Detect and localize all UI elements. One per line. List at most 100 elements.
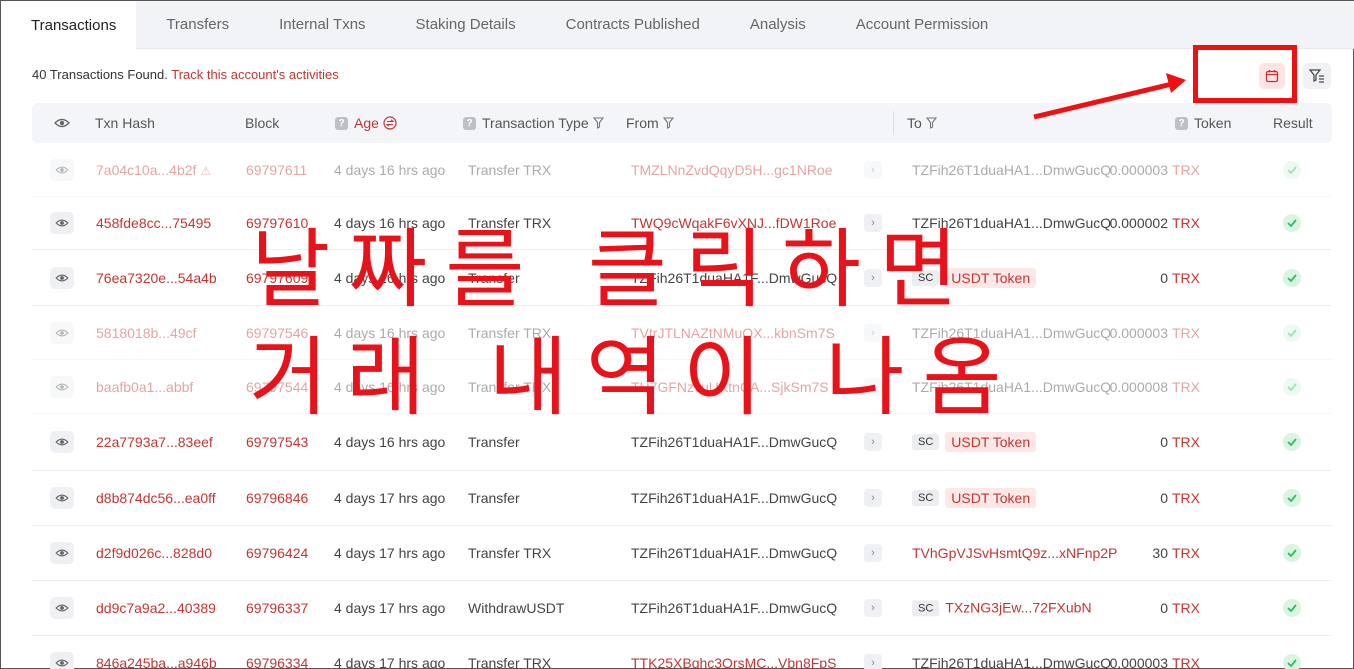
row-preview-button[interactable] bbox=[50, 542, 74, 564]
txn-hash-text: dd9c7a9a2...40389 bbox=[96, 600, 216, 616]
result-status bbox=[1283, 544, 1301, 562]
result-status bbox=[1283, 433, 1301, 451]
to-token-link[interactable]: USDT Token bbox=[945, 432, 1037, 452]
amount-value: 0.000008 bbox=[1109, 378, 1168, 395]
tab-transactions[interactable]: Transactions bbox=[1, 1, 137, 49]
funnel-icon[interactable] bbox=[592, 117, 604, 129]
header-txn-hash: Txn Hash bbox=[95, 115, 155, 131]
row-preview-button[interactable] bbox=[50, 321, 74, 344]
token-unit-link[interactable]: TRX bbox=[1172, 490, 1200, 506]
row-preview-button[interactable] bbox=[50, 597, 74, 619]
block-link[interactable]: 69797611 bbox=[246, 162, 307, 178]
txn-hash-link[interactable]: 846a245ba...a946b bbox=[96, 655, 217, 669]
block-link[interactable]: 69796846 bbox=[246, 490, 308, 506]
txn-hash-link[interactable]: 22a7793a7...83eef bbox=[96, 434, 213, 450]
eye-icon bbox=[54, 118, 70, 128]
annotation-line-1: 날짜를 클릭하면 bbox=[251, 220, 977, 320]
header-type-label: Transaction Type bbox=[482, 115, 589, 131]
eye-icon bbox=[55, 329, 69, 336]
result-status bbox=[1283, 160, 1301, 179]
block-link[interactable]: 69796334 bbox=[246, 655, 308, 669]
age-text: 4 days 17 hrs ago bbox=[334, 545, 446, 561]
tab-analysis[interactable]: Analysis bbox=[726, 1, 830, 48]
txn-hash-link[interactable]: 7a04c10a...4b2f ⚠ bbox=[96, 162, 211, 178]
result-status bbox=[1283, 214, 1301, 232]
block-link[interactable]: 69797543 bbox=[246, 434, 308, 450]
swap-icon[interactable] bbox=[383, 116, 397, 130]
row-preview-button[interactable] bbox=[50, 652, 74, 669]
direction-arrow-icon: › bbox=[864, 489, 882, 507]
txn-hash-link[interactable]: d2f9d026c...828d0 bbox=[96, 545, 212, 561]
token-unit-link[interactable]: TRX bbox=[1172, 270, 1200, 286]
result-status bbox=[1283, 323, 1301, 342]
to-address[interactable]: TVhGpVJSvHsmtQ9z...xNFnp2P bbox=[912, 545, 1117, 561]
token-unit-link[interactable]: TRX bbox=[1172, 215, 1200, 231]
eye-icon bbox=[55, 274, 69, 281]
age-text: 4 days 17 hrs ago bbox=[334, 655, 446, 669]
token-unit-link[interactable]: TRX bbox=[1172, 434, 1200, 450]
row-preview-button[interactable] bbox=[50, 158, 74, 181]
direction-arrow-icon: › bbox=[864, 160, 882, 179]
row-preview-button[interactable] bbox=[50, 212, 74, 234]
row-preview-button[interactable] bbox=[50, 487, 74, 509]
token-unit-link[interactable]: TRX bbox=[1172, 655, 1200, 669]
check-icon bbox=[1287, 382, 1297, 391]
amount-value: 0 bbox=[1160, 434, 1168, 450]
token-amount: 0.000008 TRX bbox=[1110, 379, 1200, 395]
row-preview-button[interactable] bbox=[50, 266, 74, 289]
header-to-label: To bbox=[907, 115, 922, 131]
header-age[interactable]: ? Age bbox=[335, 103, 397, 143]
txn-hash-link[interactable]: 76ea7320e...54a4b bbox=[96, 270, 217, 286]
txn-hash-text: 846a245ba...a946b bbox=[96, 655, 217, 669]
eye-icon bbox=[55, 659, 69, 667]
token-unit-link[interactable]: TRX bbox=[1172, 162, 1200, 178]
block-link[interactable]: 69796337 bbox=[246, 600, 308, 616]
tab-staking-details[interactable]: Staking Details bbox=[392, 1, 540, 48]
help-icon[interactable]: ? bbox=[335, 116, 348, 130]
check-icon bbox=[1287, 659, 1297, 667]
header-divider bbox=[893, 111, 894, 135]
from-address[interactable]: TTK25XBqhc3QrsMC...Vbn8FpS bbox=[631, 655, 836, 669]
tab-internal-txns[interactable]: Internal Txns bbox=[255, 1, 389, 48]
txn-hash-text: 7a04c10a...4b2f bbox=[96, 161, 197, 178]
column-visibility-toggle[interactable] bbox=[54, 103, 70, 143]
amount-value: 0 bbox=[1160, 600, 1168, 616]
result-status bbox=[1283, 489, 1301, 507]
txn-hash-link[interactable]: 5818018b...49cf bbox=[96, 325, 196, 341]
token-unit-link[interactable]: TRX bbox=[1172, 545, 1200, 561]
tab-account-permission[interactable]: Account Permission bbox=[832, 1, 1013, 48]
table-row: d2f9d026c...828d0 69796424 4 days 17 hrs… bbox=[32, 526, 1332, 581]
header-from-label: From bbox=[626, 115, 659, 131]
txn-hash-text: 5818018b...49cf bbox=[96, 324, 197, 341]
funnel-icon[interactable] bbox=[925, 117, 937, 129]
from-address[interactable]: TMZLNnZvdQqyD5H...gc1NRoe bbox=[631, 162, 833, 178]
track-account-link[interactable]: Track this account's activities bbox=[171, 67, 338, 82]
token-unit-link[interactable]: TRX bbox=[1172, 379, 1200, 395]
transaction-type: Transfer bbox=[468, 490, 520, 506]
from-address: TZFih26T1duaHA1F...DmwGucQ bbox=[631, 434, 838, 450]
row-preview-button[interactable] bbox=[50, 375, 74, 398]
token-unit-link[interactable]: TRX bbox=[1172, 325, 1200, 341]
amount-value: 0 bbox=[1160, 269, 1168, 286]
txn-hash-link[interactable]: dd9c7a9a2...40389 bbox=[96, 600, 216, 616]
tab-contracts-published[interactable]: Contracts Published bbox=[542, 1, 724, 48]
token-amount: 0 TRX bbox=[1160, 270, 1200, 286]
block-link[interactable]: 69796424 bbox=[246, 545, 308, 561]
filter-button[interactable] bbox=[1303, 63, 1331, 89]
txn-hash-link[interactable]: d8b874dc56...ea0ff bbox=[96, 490, 216, 506]
transaction-type: Transfer bbox=[468, 434, 520, 450]
eye-icon bbox=[55, 494, 69, 502]
help-icon[interactable]: ? bbox=[463, 116, 476, 130]
txn-hash-link[interactable]: 458fde8cc...75495 bbox=[96, 215, 211, 231]
row-preview-button[interactable] bbox=[50, 431, 74, 453]
tab-bar: Transactions Transfers Internal Txns Sta… bbox=[1, 1, 1354, 49]
funnel-icon[interactable] bbox=[662, 117, 674, 129]
to-token-link[interactable]: USDT Token bbox=[945, 488, 1037, 508]
transactions-summary: 40 Transactions Found. Track this accoun… bbox=[32, 67, 339, 82]
check-icon bbox=[1287, 273, 1297, 282]
token-unit-link[interactable]: TRX bbox=[1172, 600, 1200, 616]
annotation-line-2: 거래 내역이 나옴 bbox=[249, 328, 1020, 428]
tab-transfers[interactable]: Transfers bbox=[142, 1, 253, 48]
txn-hash-link[interactable]: baafb0a1...abbf bbox=[96, 379, 193, 395]
to-address-link[interactable]: TXzNG3jEw...72FXubN bbox=[945, 599, 1091, 615]
